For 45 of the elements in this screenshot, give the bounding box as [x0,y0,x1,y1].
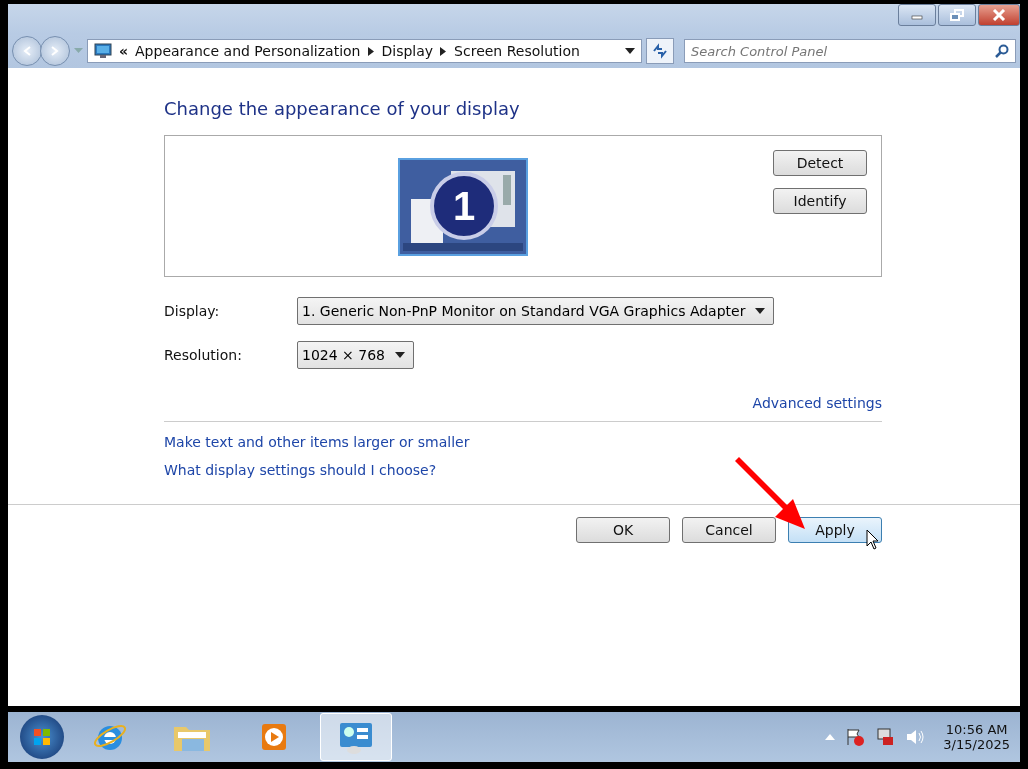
caret-icon [395,352,405,358]
forward-button[interactable] [40,36,70,66]
preview-button[interactable]: Detect [773,150,867,176]
breadcrumb[interactable]: Screen Resolution [454,43,580,59]
flag-icon[interactable] [845,727,866,747]
chevron-icon[interactable] [367,46,375,56]
refresh-button[interactable] [646,38,674,64]
caret-icon [755,308,766,314]
clock[interactable]: 10:56 AM 3/15/2025 [943,722,1010,752]
close-button[interactable] [978,4,1020,26]
taskbar-button[interactable] [320,713,392,761]
advanced-settings-link[interactable]: Advanced settings [752,395,882,411]
breadcrumb-overflow[interactable]: « [119,43,129,59]
restore-icon [950,9,964,21]
preview-button[interactable]: Identify [773,188,867,214]
help-link[interactable]: What display settings should I choose? [164,462,437,478]
chevron-icon[interactable] [440,46,448,56]
refresh-icon [651,43,669,59]
back-button[interactable] [12,36,42,66]
dropdown[interactable]: 1. Generic Non-PnP Monitor on Standard VGA Graphics Adapter [297,297,775,325]
dialog-button[interactable]: Cancel [682,517,776,543]
monitor-thumbnail[interactable]: 1 [398,158,528,256]
monitor-icon [94,43,112,59]
windows-logo [32,727,52,747]
cursor-icon [866,529,880,551]
dialog-button[interactable]: Apply [788,517,882,543]
dropdown[interactable]: 1024 × 768 [297,341,414,369]
start-button[interactable] [20,715,64,759]
speaker-icon[interactable] [905,727,926,747]
search-field[interactable]: Search Control Panel [684,39,1016,63]
restore-button[interactable] [938,4,976,26]
field-label: Display: [164,303,221,319]
page-heading: Change the appearance of your display [164,98,521,119]
dialog-button[interactable]: OK [576,517,670,543]
breadcrumb[interactable]: Display [381,43,434,59]
help-link[interactable]: Make text and other items larger or smaller [164,434,470,450]
tray-caret-icon[interactable] [825,734,836,740]
breadcrumb[interactable]: Appearance and Personalization [135,43,361,59]
close-icon [992,9,1006,21]
minimize-button[interactable] [898,4,936,26]
dropdown-icon[interactable] [625,48,635,54]
network-icon[interactable] [875,727,896,747]
field-label: Resolution: [164,347,243,363]
address-bar[interactable]: « Appearance and Personalization Display Screen Resolution [87,39,642,63]
search-icon [995,44,1009,58]
